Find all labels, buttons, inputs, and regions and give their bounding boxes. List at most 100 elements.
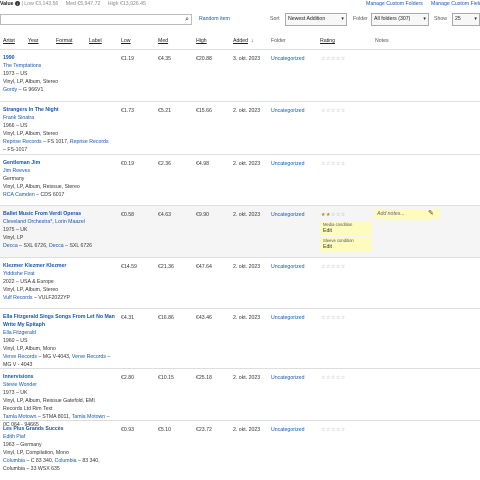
table-row: Innervisions Stevie Wonder 1973 – UK Vin… [0, 368, 480, 428]
info-icon: i [15, 1, 21, 7]
release-label[interactable]: Verve Records [3, 354, 37, 360]
release-title[interactable]: Ballet Music From Verdi Operas [3, 210, 113, 218]
show-select[interactable]: 25 ▾ [452, 13, 480, 26]
release-label-2[interactable]: Columbia [55, 458, 77, 464]
release-year-country: 1963 – Germany [3, 442, 42, 448]
release-label[interactable]: Vulf Records [3, 295, 33, 301]
rating-stars[interactable]: ☆☆☆☆☆ [321, 160, 346, 168]
release-title[interactable]: Les Plus Grands Succès [3, 425, 115, 433]
sort-arrow-icon: ↓ [251, 38, 254, 44]
manage-custom-fields-link[interactable]: Manage Custom Fields [431, 0, 480, 9]
sleeve-condition[interactable]: Sleeve condition Edit [320, 237, 372, 251]
price-low: €0.19 [121, 161, 134, 167]
release-artist[interactable]: Cleveland Orchestra*, Lorin Maazel [3, 218, 113, 226]
show-value: 25 [455, 16, 461, 22]
release-label[interactable]: Columbia [3, 458, 25, 464]
rating-stars[interactable]: ★★☆☆☆ [321, 211, 346, 219]
header-artist[interactable]: Artist [3, 36, 15, 47]
table-row: Ella Fitzgerald Sings Songs From Let No … [0, 308, 480, 368]
rating-stars[interactable]: ☆☆☆☆☆ [321, 55, 346, 63]
header-low[interactable]: Low [121, 36, 131, 47]
rating-stars[interactable]: ☆☆☆☆☆ [321, 263, 346, 271]
header-added[interactable]: Added [233, 36, 248, 47]
folder-link[interactable]: Uncategorized [271, 107, 304, 115]
media-condition-edit[interactable]: Edit [323, 228, 369, 234]
release-title[interactable]: Ella Fitzgerald Sings Songs From Let No … [3, 313, 115, 329]
search-input[interactable]: ⌕ [0, 14, 192, 25]
random-item-link[interactable]: Random item [199, 14, 230, 25]
sleeve-condition-edit[interactable]: Edit [323, 244, 369, 250]
release-artist[interactable]: Edith Piaf [3, 433, 115, 441]
price-med: €5.10 [158, 427, 171, 433]
price-low: €1.73 [121, 108, 134, 114]
rating-stars[interactable]: ☆☆☆☆☆ [321, 314, 346, 322]
price-high: €47.64 [196, 264, 212, 270]
release-label[interactable]: Decca [3, 243, 18, 249]
media-condition[interactable]: Media condition Edit [320, 221, 372, 235]
release-label-2[interactable]: Decca [49, 243, 64, 249]
release-artist[interactable]: Frank Sinatra [3, 114, 113, 122]
edit-icon[interactable]: ✎ [428, 209, 434, 217]
folder-link[interactable]: Uncategorized [271, 314, 304, 322]
sort-select[interactable]: Newest Addition ▾ [285, 13, 347, 26]
release-artist[interactable]: Stevie Wonder [3, 381, 115, 389]
release-label[interactable]: Reprise Records [3, 139, 42, 145]
release-catno: – C 83 340, [24, 458, 55, 464]
rating-empty-icon: ☆☆☆☆☆ [321, 427, 346, 433]
price-med: €5.21 [158, 108, 171, 114]
release-label-2[interactable]: Verve Records [72, 354, 106, 360]
manage-custom-folders-link[interactable]: Manage Custom Folders [366, 0, 423, 9]
folder-link[interactable]: Uncategorized [271, 55, 304, 63]
release-title[interactable]: Gentleman Jim [3, 159, 113, 167]
release-title[interactable]: Innervisions [3, 373, 115, 381]
folder-value: All folders (307) [374, 16, 411, 22]
release-label-2[interactable]: Reprise Records [70, 139, 109, 145]
header-rating[interactable]: Rating [320, 36, 335, 47]
release-artist[interactable]: Jim Reeves [3, 167, 113, 175]
release-title[interactable]: 1990 [3, 54, 113, 62]
table-row: Klezmer Klezmer Klezmer Yiddishe Firat 2… [0, 257, 480, 308]
release-artist[interactable]: Yiddishe Firat [3, 270, 113, 278]
price-med: €4.35 [158, 56, 171, 62]
folder-link[interactable]: Uncategorized [271, 263, 304, 271]
release-year-country: 1973 – UK [3, 390, 28, 396]
rating-empty-icon: ☆☆☆☆☆ [321, 375, 346, 381]
header-high[interactable]: High [196, 36, 207, 47]
release-title[interactable]: Strangers In The Night [3, 106, 113, 114]
folder-select[interactable]: All folders (307) ▾ [371, 13, 429, 26]
price-high: €25.18 [196, 375, 212, 381]
price-low: €2.80 [121, 375, 134, 381]
release-title[interactable]: Klezmer Klezmer Klezmer [3, 262, 113, 270]
folder-link[interactable]: Uncategorized [271, 374, 304, 382]
chevron-down-icon: ▾ [474, 16, 477, 22]
release-format: Vinyl, LP, Album, Stereo [3, 79, 59, 85]
release-format: Vinyl, LP, Album, Stereo [3, 131, 59, 137]
folder-link[interactable]: Uncategorized [271, 426, 304, 434]
release-catno-2: – SXL 6726 [63, 243, 93, 249]
header-label[interactable]: Label [89, 36, 102, 47]
release-artist[interactable]: Ella Fitzgerald [3, 329, 115, 337]
header-med[interactable]: Med [158, 36, 168, 47]
date-added: 2. okt. 2023 [233, 375, 261, 381]
header-format[interactable]: Format [56, 36, 72, 47]
search-icon[interactable]: ⌕ [185, 16, 189, 24]
rating-stars[interactable]: ☆☆☆☆☆ [321, 426, 346, 434]
rating-empty-icon: ☆☆☆☆☆ [321, 264, 346, 270]
price-low: €4.31 [121, 315, 134, 321]
header-year[interactable]: Year [28, 36, 38, 47]
release-format: Vinyl, LP [3, 235, 24, 241]
release-label[interactable]: Gordy [3, 87, 17, 93]
value-high: High €13,926.45 [107, 1, 146, 7]
price-med: €2.36 [158, 161, 171, 167]
release-catno: – SXL 6726, [17, 243, 49, 249]
folder-link[interactable]: Uncategorized [271, 211, 304, 219]
rating-empty-icon: ☆☆☆☆☆ [321, 161, 346, 167]
rating-stars[interactable]: ☆☆☆☆☆ [321, 374, 346, 382]
price-low: €0.93 [121, 427, 134, 433]
date-added: 2. okt. 2023 [233, 212, 261, 218]
folder-link[interactable]: Uncategorized [271, 160, 304, 168]
rating-stars[interactable]: ☆☆☆☆☆ [321, 107, 346, 115]
release-artist[interactable]: The Temptations [3, 62, 113, 70]
release-label[interactable]: RCA Camden [3, 192, 35, 198]
release-year-country: 2022 – USA & Europe [3, 279, 54, 285]
